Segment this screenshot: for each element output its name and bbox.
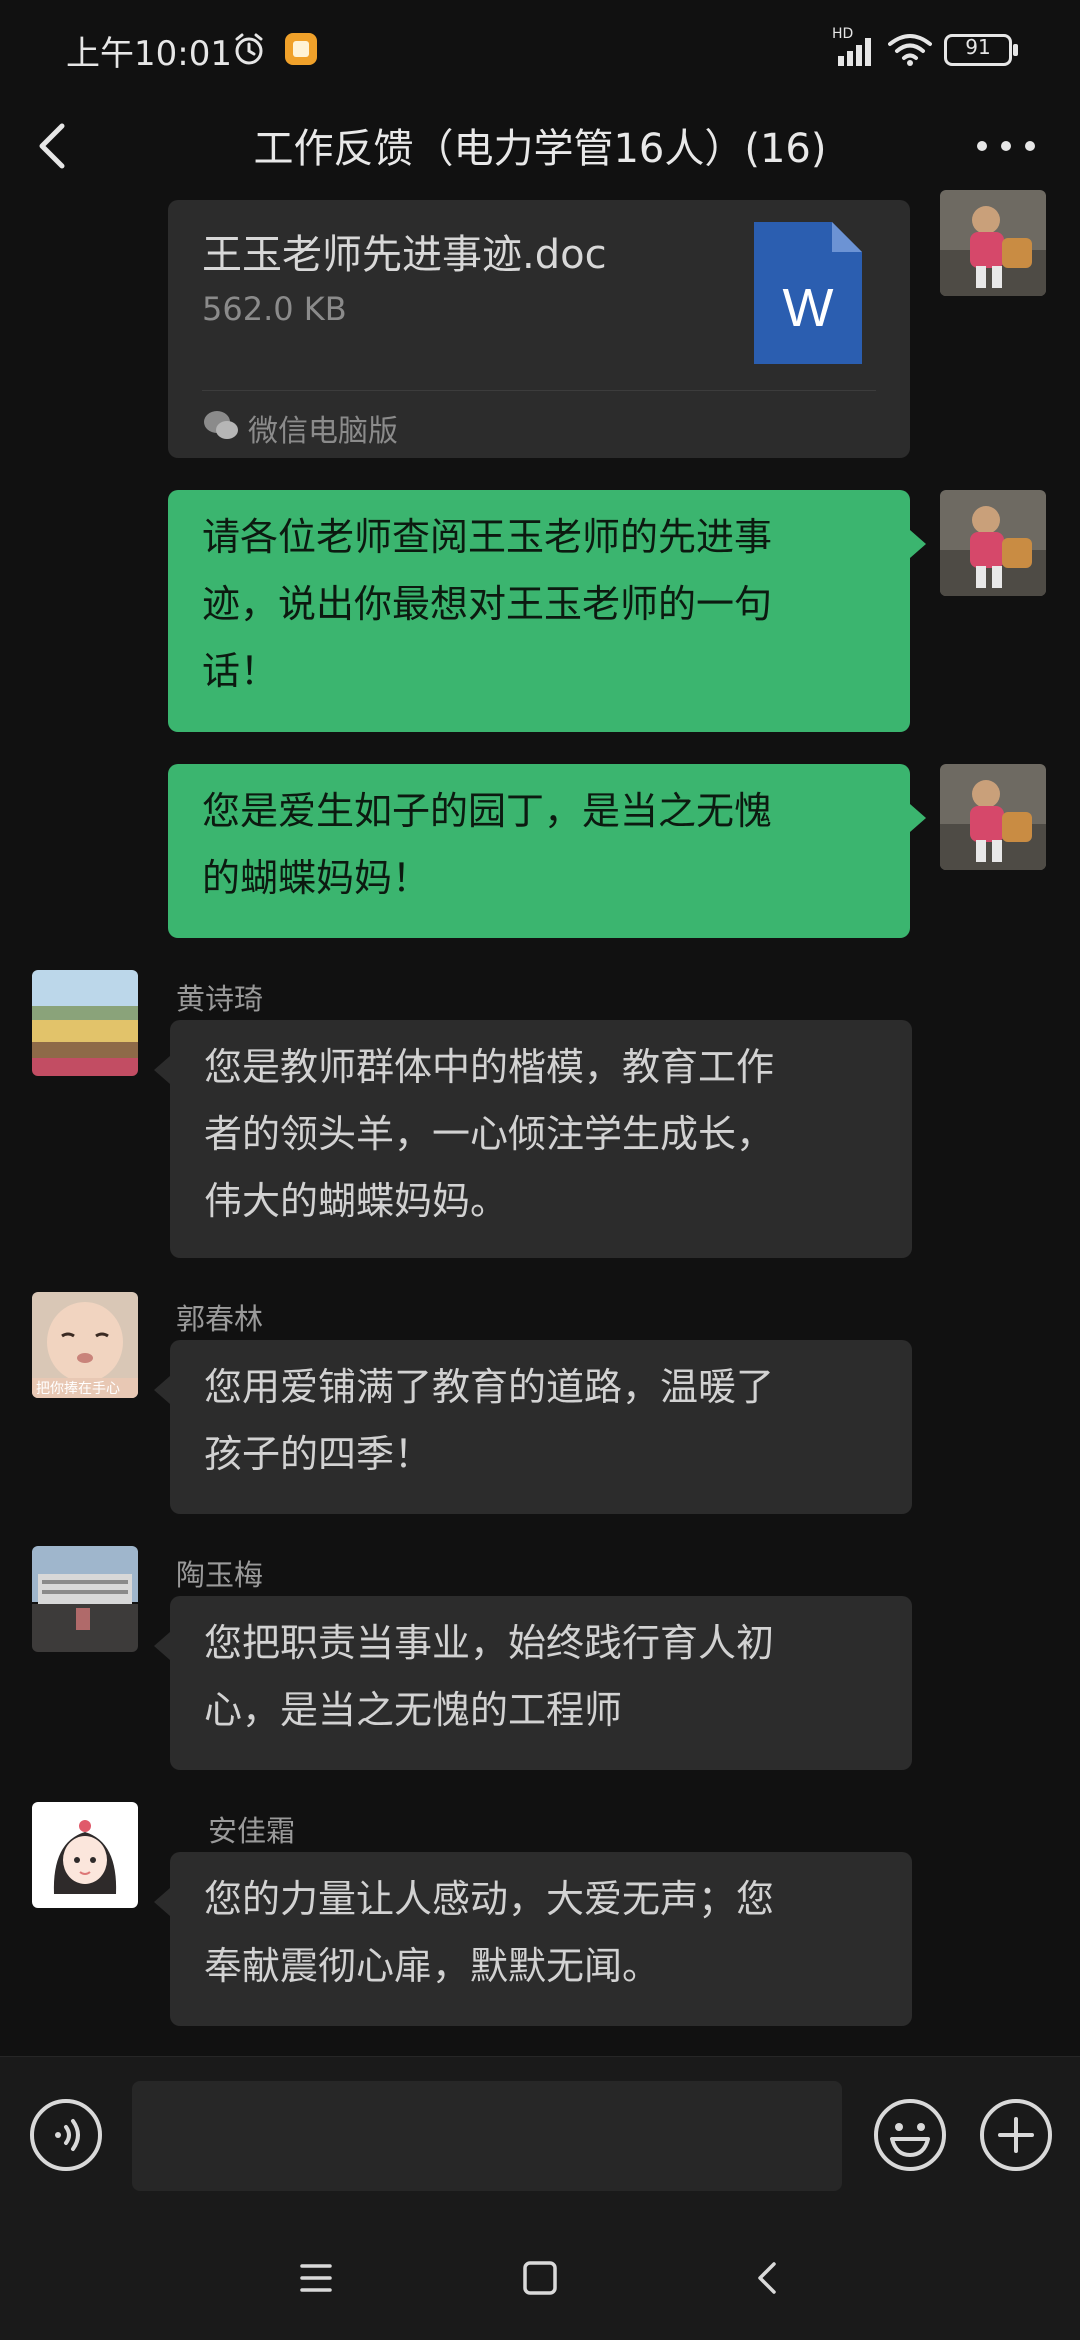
signal-icon bbox=[838, 38, 871, 66]
message-bubble-incoming[interactable]: 您是教师群体中的楷模，教育工作 者的领头羊，一心倾注学生成长， 伟大的蝴蝶妈妈。 bbox=[170, 1020, 912, 1258]
bubble-tail bbox=[910, 804, 926, 832]
message-bubble-outgoing[interactable]: 请各位老师查阅王玉老师的先进事 迹，说出你最想对王玉老师的一句 话！ bbox=[168, 490, 910, 732]
avatar-self[interactable] bbox=[940, 490, 1046, 596]
battery-level: 91 bbox=[965, 35, 991, 59]
file-size: 562.0 KB bbox=[202, 290, 347, 328]
system-navigation-bar bbox=[0, 2216, 1080, 2340]
status-time: 上午10:01 bbox=[66, 34, 232, 74]
battery-tip bbox=[1013, 44, 1018, 56]
message-line: 孩子的四季！ bbox=[204, 1432, 433, 1476]
avatar-self-image bbox=[940, 490, 1046, 596]
avatar-caption: 把你捧在手心 bbox=[36, 1381, 120, 1397]
sender-name: 黄诗琦 bbox=[176, 982, 264, 1016]
avatar-self-image bbox=[940, 764, 1046, 870]
avatar-huang[interactable] bbox=[32, 970, 138, 1076]
avatar-cartoon-girl-image bbox=[32, 1802, 138, 1908]
avatar-building-image bbox=[32, 1546, 138, 1652]
message-line: 您是教师群体中的楷模，教育工作 bbox=[204, 1045, 775, 1089]
message-line: 您的力量让人感动，大爱无声；您 bbox=[204, 1877, 775, 1921]
app-notification-icon bbox=[285, 33, 317, 65]
more-dots-icon[interactable] bbox=[970, 120, 1042, 168]
file-divider bbox=[202, 390, 876, 391]
status-bar: 上午10:01 HD 91 bbox=[0, 0, 1080, 100]
message-input[interactable] bbox=[132, 2081, 842, 2191]
sender-name: 安佳霜 bbox=[208, 1814, 296, 1848]
message-bubble-incoming[interactable]: 您用爱铺满了教育的道路，温暖了 孩子的四季！ bbox=[170, 1340, 912, 1514]
alarm-icon bbox=[235, 33, 263, 65]
file-source-label: 微信电脑版 bbox=[248, 414, 398, 449]
input-bar bbox=[0, 2056, 1080, 2217]
avatar-tao[interactable] bbox=[32, 1546, 138, 1652]
message-bubble-outgoing[interactable]: 您是爱生如子的园丁，是当之无愧 的蝴蝶妈妈！ bbox=[168, 764, 910, 938]
message-bubble-incoming[interactable]: 您的力量让人感动，大爱无声；您 奉献震彻心扉，默默无闻。 bbox=[170, 1852, 912, 2026]
bubble-tail bbox=[154, 1376, 170, 1404]
avatar-self[interactable] bbox=[940, 764, 1046, 870]
message-line: 您把职责当事业，始终践行育人初 bbox=[204, 1621, 775, 1665]
bubble-tail bbox=[154, 1632, 170, 1660]
wifi-icon bbox=[888, 34, 932, 66]
bubble-tail bbox=[154, 1888, 170, 1916]
message-line: 奉献震彻心扉，默默无闻。 bbox=[204, 1944, 661, 1988]
message-line: 者的领头羊，一心倾注学生成长， bbox=[204, 1112, 775, 1156]
word-file-letter: W bbox=[783, 278, 834, 338]
file-name: 王玉老师先进事迹.doc bbox=[202, 232, 607, 278]
avatar-landscape-image bbox=[32, 970, 138, 1076]
message-line: 伟大的蝴蝶妈妈。 bbox=[204, 1179, 509, 1223]
avatar-guo[interactable]: 把你捧在手心 bbox=[32, 1292, 138, 1398]
message-line: 请各位老师查阅王玉老师的先进事 bbox=[202, 515, 773, 559]
message-line: 迹，说出你最想对王玉老师的一句 bbox=[202, 582, 773, 626]
wechat-icon bbox=[204, 411, 238, 439]
battery-icon: 91 bbox=[944, 34, 1012, 66]
message-line: 心，是当之无愧的工程师 bbox=[204, 1688, 623, 1732]
message-line: 您是爱生如子的园丁，是当之无愧 bbox=[202, 789, 773, 833]
file-message-card[interactable]: 王玉老师先进事迹.doc 562.0 KB W 微信电脑版 bbox=[168, 200, 910, 458]
plus-icon[interactable] bbox=[978, 2097, 1054, 2173]
sender-name: 陶玉梅 bbox=[176, 1558, 264, 1592]
bubble-tail bbox=[154, 1056, 170, 1084]
message-bubble-incoming[interactable]: 您把职责当事业，始终践行育人初 心，是当之无愧的工程师 bbox=[170, 1596, 912, 1770]
avatar-self-image bbox=[940, 190, 1046, 296]
back-button[interactable] bbox=[28, 116, 78, 176]
emoji-icon[interactable] bbox=[872, 2097, 948, 2173]
avatar-self[interactable] bbox=[940, 190, 1046, 296]
message-line: 话！ bbox=[202, 649, 279, 693]
sender-name: 郭春林 bbox=[176, 1302, 264, 1336]
back-icon[interactable] bbox=[754, 2260, 782, 2296]
home-icon[interactable] bbox=[522, 2260, 558, 2296]
word-file-icon: W bbox=[754, 222, 862, 364]
message-line: 您用爱铺满了教育的道路，温暖了 bbox=[204, 1365, 775, 1409]
message-line: 的蝴蝶妈妈！ bbox=[202, 856, 431, 900]
menu-icon[interactable] bbox=[298, 2262, 334, 2294]
voice-icon[interactable] bbox=[28, 2097, 104, 2173]
avatar-an[interactable] bbox=[32, 1802, 138, 1908]
chat-title: 工作反馈（电力学管16人）(16) bbox=[253, 126, 827, 172]
bubble-tail bbox=[910, 530, 926, 558]
